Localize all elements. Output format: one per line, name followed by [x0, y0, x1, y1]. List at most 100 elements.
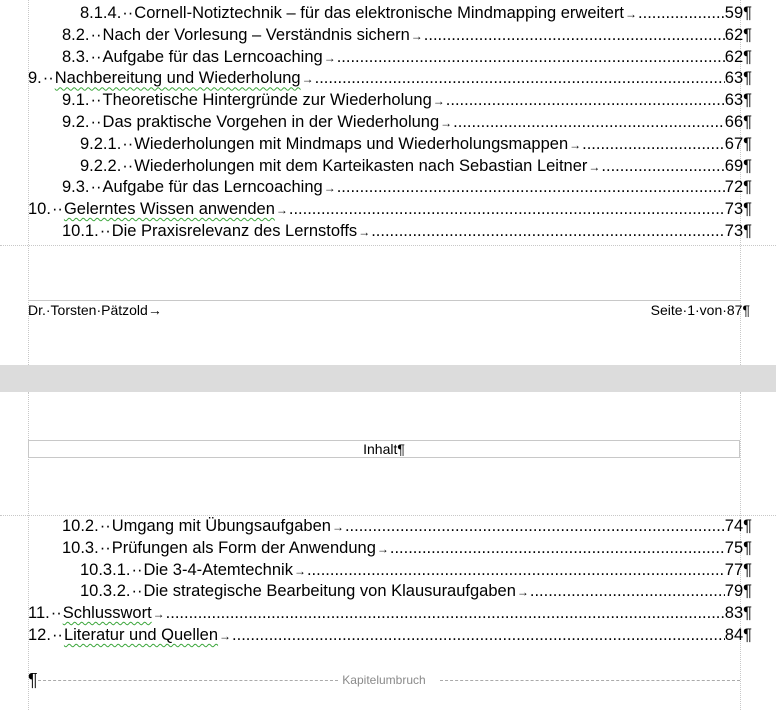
toc-entry[interactable]: 8.3.··Aufgabe für das Lerncoaching→ 62¶ — [62, 46, 752, 68]
toc-entry-title: Die 3-4-Atemtechnik — [143, 560, 293, 579]
toc-entry[interactable]: 9.3.··Aufgabe für das Lerncoaching→ 72¶ — [62, 176, 752, 198]
toc-entry[interactable]: 12.··Literatur und Quellen→ 84¶ — [28, 624, 752, 646]
toc-dot-leader — [289, 198, 725, 220]
toc-entry-separator: ·· — [90, 47, 102, 66]
tab-arrow-icon: → — [516, 585, 529, 600]
toc-entry-separator: ·· — [51, 626, 63, 644]
paragraph-mark: ¶ — [743, 91, 752, 110]
toc-entry[interactable]: 10.3.2. ·· Die strategische Bearbeitung vo… — [80, 580, 752, 602]
toc-entry-page: 72 — [724, 178, 744, 197]
paragraph-mark: ¶ — [743, 134, 752, 153]
header-area: Inhalt¶ — [28, 440, 740, 458]
toc-entry[interactable]: 10.3. ·· Prüfungen als Form der Anwendung →… — [62, 537, 752, 559]
tab-arrow-icon: → — [440, 116, 453, 130]
toc-dot-leader — [166, 602, 725, 624]
toc-entry-number: 10. — [28, 200, 51, 219]
tab-arrow-icon: → — [293, 563, 306, 578]
toc-entry-separator: ·· — [90, 178, 102, 197]
toc-entry-number: 10.3.1. — [80, 560, 131, 579]
toc-dot-leader — [390, 537, 725, 559]
toc-entry-number: 11. — [28, 604, 50, 623]
toc-entry-page: 63 — [724, 91, 744, 110]
tab-arrow-icon: → — [588, 159, 601, 174]
toc-dot-leader — [337, 176, 725, 198]
toc-entry-separator: ·· — [99, 538, 111, 557]
toc-entry[interactable]: 9.2. ·· Das praktische Vorgehen in der Wie… — [62, 111, 752, 133]
tab-arrow-icon: → — [323, 181, 336, 196]
toc-entry-title: Umgang mit Übungsaufgaben — [111, 517, 331, 535]
toc-entry-page: 69 — [724, 156, 744, 175]
toc-entry-page: 73 — [724, 222, 744, 240]
paragraph-mark: ¶ — [743, 604, 752, 623]
toc-entry-title: Nach der Vorlesung – Verständnis sichern — [102, 25, 410, 44]
tab-arrow-icon: → — [219, 629, 232, 643]
toc-dot-leader — [345, 515, 725, 537]
toc-entry-page: 59 — [724, 4, 744, 22]
toc-dot-leader — [371, 220, 725, 242]
tab-arrow-icon: → — [376, 541, 389, 556]
toc-entry-separator: ·· — [99, 222, 111, 240]
toc-entry-number: 9. — [28, 69, 42, 88]
toc-entry-separator: ·· — [90, 91, 102, 110]
footer-page-number: Seite·1·von·87¶ — [650, 302, 750, 318]
toc-entry[interactable]: 9.2.2. ·· Wiederholungen mit dem Karteikas… — [80, 155, 752, 177]
page-break-label-wrap: Kapitelumbruch — [28, 672, 740, 688]
toc-entry-page: 62 — [724, 47, 744, 66]
toc-entry-page: 83 — [724, 604, 744, 623]
toc-dot-leader — [582, 133, 725, 155]
toc-entry-number: 10.3. — [62, 538, 99, 557]
toc-entry-separator: ·· — [122, 134, 134, 153]
paragraph-mark: ¶ — [743, 4, 752, 22]
tab-arrow-icon: → — [331, 520, 344, 534]
paragraph-mark: ¶ — [743, 626, 752, 644]
toc-entry[interactable]: 8.1.4. ·· Cornell-Notiztechnik – für das e… — [80, 2, 752, 24]
toc-dot-leader — [307, 559, 725, 581]
toc-entry-number: 8.3. — [62, 47, 90, 66]
toc-entry-title: Schlusswort — [62, 604, 152, 623]
toc-entry-number: 8.1.4. — [80, 4, 122, 22]
toc-dot-leader — [315, 67, 725, 89]
tab-arrow-icon: → — [432, 94, 445, 109]
toc-entry-title: Aufgabe für das Lerncoaching — [102, 47, 323, 66]
paragraph-mark: ¶ — [743, 517, 752, 535]
toc-dot-leader — [337, 46, 725, 68]
toc-dot-leader — [424, 24, 725, 46]
toc-entry[interactable]: 9.1. ·· Theoretische Hintergründe zur Wied… — [62, 89, 752, 111]
tab-arrow-icon: → — [569, 137, 582, 152]
toc-entry[interactable]: 8.2. ·· Nach der Vorlesung – Verständnis s… — [62, 24, 752, 46]
toc-dot-leader — [446, 89, 725, 111]
toc-entry-number: 9.3. — [62, 178, 90, 197]
header-title: Inhalt¶ — [363, 441, 405, 457]
toc-dot-leader — [638, 2, 725, 24]
footer-author: Dr.·Torsten·Pätzold→ — [28, 302, 162, 318]
toc-entry-title: Das praktische Vorgehen in der Wiederhol… — [102, 113, 440, 131]
toc-entry-title: Gelerntes Wissen anwenden — [63, 200, 275, 219]
toc-entry-title: Literatur und Quellen — [63, 626, 219, 644]
toc-dot-leader — [530, 580, 725, 602]
toc-entry[interactable]: 11.··Schlusswort→ 83¶ — [28, 602, 752, 624]
paragraph-mark: ¶ — [743, 156, 752, 175]
paragraph-mark: ¶ — [743, 178, 752, 197]
toc-entry[interactable]: 10.3.1.··Die 3-4-Atemtechnik→ 77¶ — [80, 559, 752, 581]
toc-entry-title: Aufgabe für das Lerncoaching — [102, 178, 323, 197]
toc-entry[interactable]: 9.2.1. ·· Wiederholungen mit Mindmaps und … — [80, 133, 752, 155]
toc-entry[interactable]: 10.1. ·· Die Praxisrelevanz des Lernstoffs… — [62, 220, 752, 242]
toc-entry-page: 73 — [724, 200, 744, 219]
tab-arrow-icon: → — [152, 607, 165, 622]
toc-entry[interactable]: 9.··Nachbereitung und Wiederholung→ 63¶ — [28, 67, 752, 89]
toc-entry-number: 10.3.2. — [80, 582, 131, 601]
toc-entry[interactable]: 10.··Gelerntes Wissen anwenden→ 73¶ — [28, 198, 752, 220]
toc-entry-page: 79 — [724, 582, 744, 601]
toc-entry-separator: ·· — [42, 69, 54, 88]
page-break-marker: ¶ Kapitelumbruch — [28, 670, 740, 690]
paragraph-mark: ¶ — [743, 200, 752, 219]
toc-entry[interactable]: 10.2.··Umgang mit Übungsaufgaben→ 74¶ — [62, 515, 752, 537]
page-break-label: Kapitelumbruch — [339, 673, 429, 687]
toc-entry-separator: ·· — [131, 560, 143, 579]
toc-dot-leader — [453, 111, 725, 133]
toc-entry-separator: ·· — [122, 156, 134, 175]
toc-entry-page: 62 — [724, 25, 744, 44]
toc-entry-separator: ·· — [50, 604, 62, 623]
toc-dot-leader — [601, 155, 724, 177]
toc-entry-separator: ·· — [122, 4, 134, 22]
